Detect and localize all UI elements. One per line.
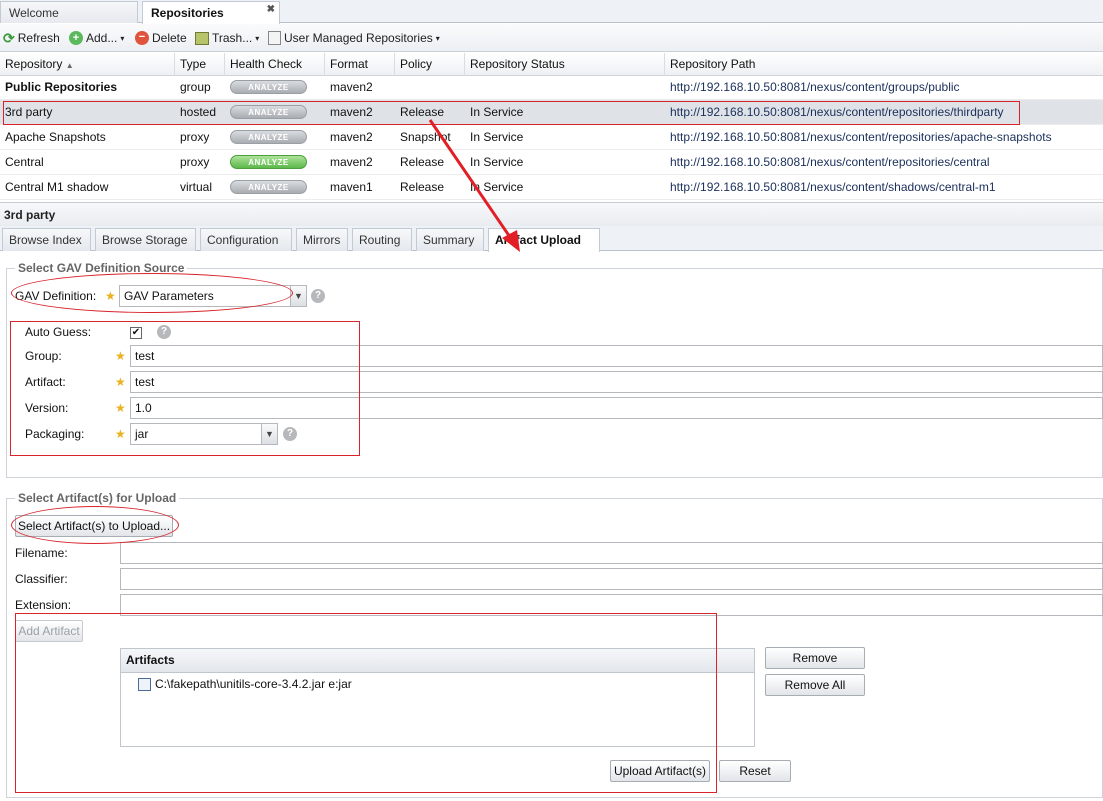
annotation-arrow [428, 119, 520, 252]
